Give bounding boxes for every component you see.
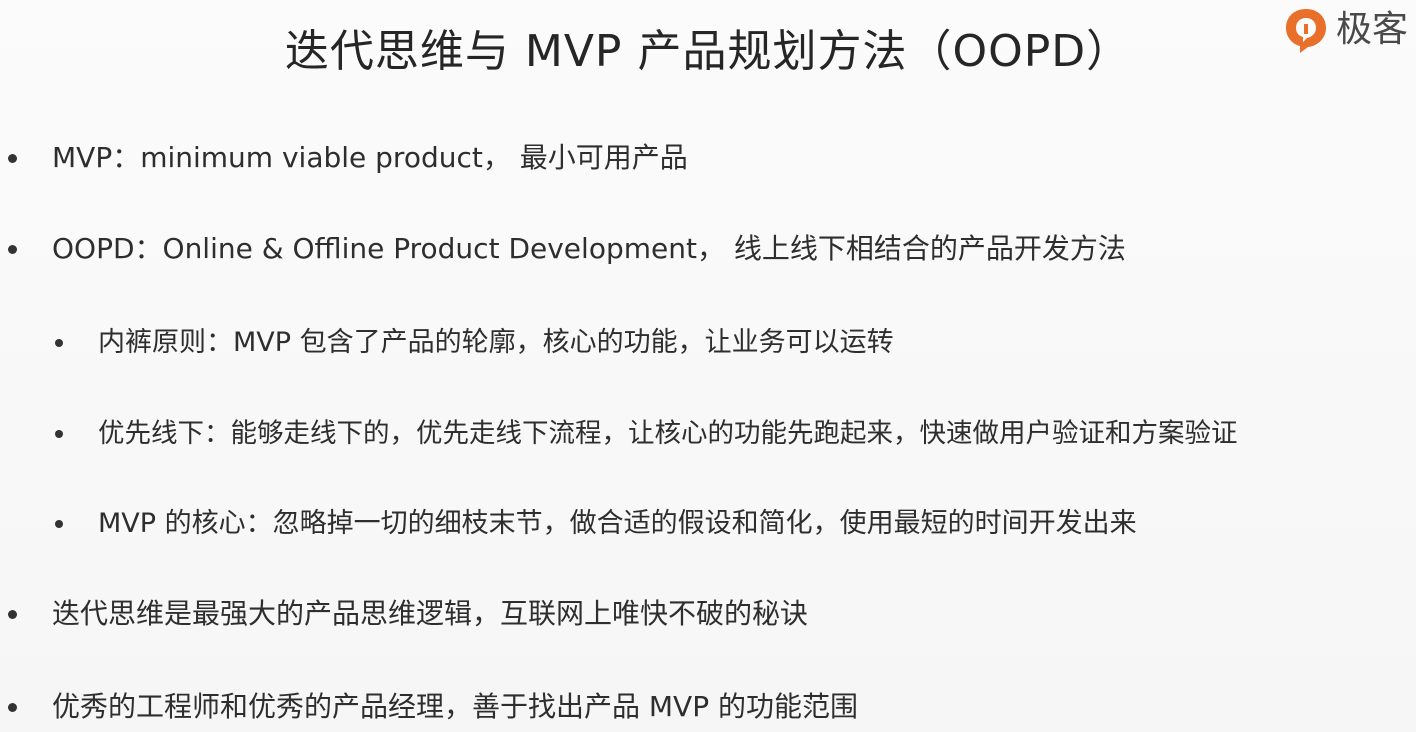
bullet-dot <box>8 703 17 712</box>
bullet-oopd-definition: OOPD：Online & Offline Product Developmen… <box>52 232 1126 265</box>
bullet-mvp-definition: MVP：minimum viable product， 最小可用产品 <box>52 141 688 174</box>
sub-bullet-dot <box>55 520 63 528</box>
bullet-dot <box>8 610 17 619</box>
bullet-dot <box>8 245 17 254</box>
slide: 迭代思维与 MVP 产品规划方法（OOPD） 极客 MVP：minimum vi… <box>0 0 1416 732</box>
sub-bullet-offline-first: 优先线下：能够走线下的，优先走线下流程，让核心的功能先跑起来，快速做用户验证和方… <box>98 418 1238 449</box>
sub-bullet-underwear-principle: 内裤原则：MVP 包含了产品的轮廓，核心的功能，让业务可以运转 <box>98 327 894 358</box>
sub-bullet-mvp-core: MVP 的核心：忽略掉一切的细枝末节，做合适的假设和简化，使用最短的时间开发出来 <box>98 508 1137 539</box>
logo-text: 极客 <box>1336 9 1409 50</box>
geektime-logo-icon <box>1286 9 1326 53</box>
bullet-iteration-thinking: 迭代思维是最强大的产品思维逻辑，互联网上唯快不破的秘诀 <box>52 597 809 630</box>
brand-logo: 极客 <box>1280 4 1416 54</box>
slide-title: 迭代思维与 MVP 产品规划方法（OOPD） <box>284 26 1132 77</box>
bullet-mvp-scope: 优秀的工程师和优秀的产品经理，善于找出产品 MVP 的功能范围 <box>52 690 859 723</box>
bullet-dot <box>8 154 17 163</box>
sub-bullet-dot <box>55 430 63 438</box>
sub-bullet-dot <box>55 339 63 347</box>
